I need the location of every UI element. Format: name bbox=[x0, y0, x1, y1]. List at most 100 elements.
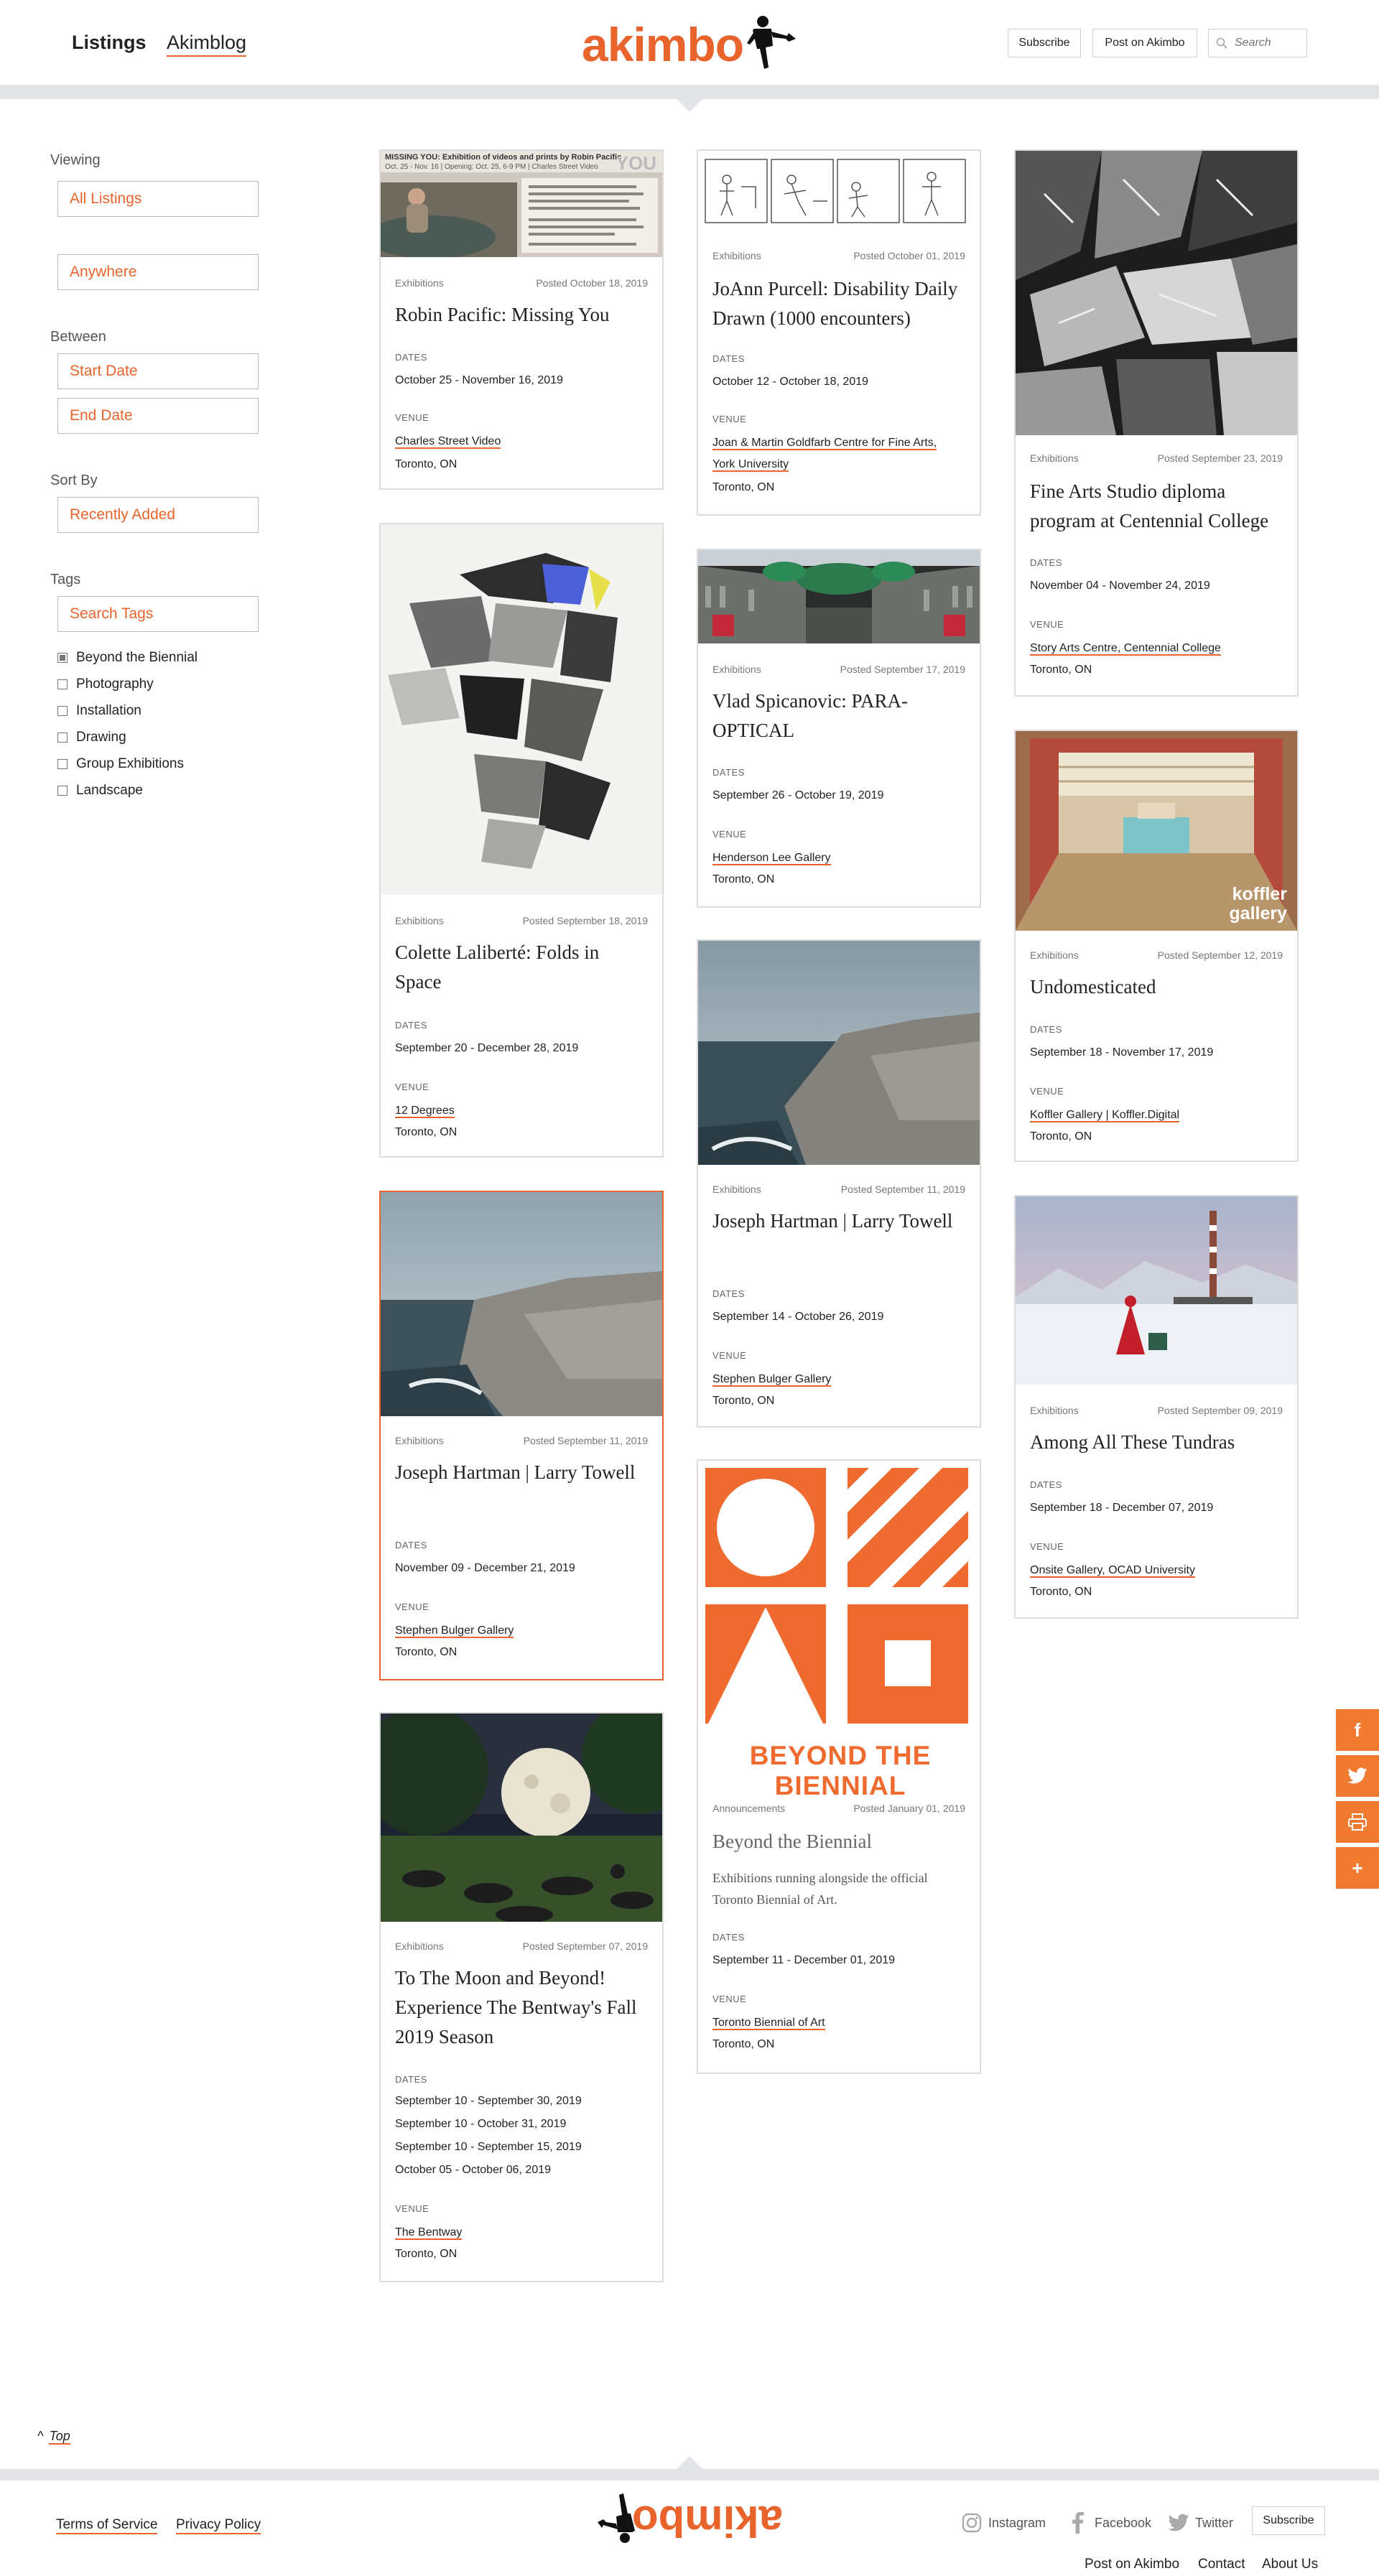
listing-image[interactable] bbox=[1016, 151, 1297, 435]
card-title[interactable]: Among All These Tundras bbox=[1030, 1428, 1283, 1457]
listing-card[interactable]: Exhibitions Posted October 01, 2019 JoAnn… bbox=[697, 149, 981, 516]
card-title[interactable]: Beyond the Biennial bbox=[712, 1827, 965, 1856]
share-print-button[interactable] bbox=[1336, 1801, 1379, 1843]
category[interactable]: Exhibitions bbox=[712, 250, 761, 261]
checkbox[interactable] bbox=[57, 786, 68, 796]
category[interactable]: Exhibitions bbox=[395, 1940, 444, 1952]
category[interactable]: Exhibitions bbox=[712, 664, 761, 675]
sort-select[interactable]: Recently Added bbox=[57, 497, 259, 533]
footer-post-link[interactable]: Post on Akimbo bbox=[1085, 2557, 1179, 2572]
checkbox[interactable] bbox=[57, 759, 68, 769]
search-input[interactable] bbox=[1235, 37, 1299, 50]
venue-link[interactable]: Koffler Gallery | Koffler.Digital bbox=[1030, 1105, 1283, 1126]
listing-image[interactable] bbox=[381, 524, 662, 895]
listing-image[interactable]: BEYOND THE BIENNIAL bbox=[698, 1461, 980, 1798]
venue-name[interactable]: Stephen Bulger Gallery bbox=[395, 1624, 514, 1638]
location-select[interactable]: Anywhere bbox=[57, 254, 259, 290]
share-twitter-button[interactable] bbox=[1336, 1755, 1379, 1797]
tag-installation[interactable]: Installation bbox=[57, 703, 141, 719]
listing-image[interactable]: MISSING YOU: Exhibition of videos and pr… bbox=[381, 151, 662, 257]
site-logo[interactable]: akimbo bbox=[582, 17, 744, 72]
venue-name[interactable]: Story Arts Centre, Centennial College bbox=[1030, 642, 1221, 656]
share-facebook-button[interactable]: f bbox=[1336, 1709, 1379, 1751]
subscribe-button[interactable]: Subscribe bbox=[1008, 29, 1081, 57]
listing-card[interactable]: Exhibitions Posted September 07, 2019 To … bbox=[379, 1712, 664, 2282]
terms-of-service-link[interactable]: Terms of Service bbox=[56, 2517, 158, 2534]
listing-card[interactable]: Exhibitions Posted September 23, 2019 Fin… bbox=[1014, 149, 1299, 697]
viewing-select[interactable]: All Listings bbox=[57, 181, 259, 217]
instagram-link[interactable]: Instagram bbox=[961, 2512, 1046, 2534]
listing-card[interactable]: MISSING YOU: Exhibition of videos and pr… bbox=[379, 149, 664, 490]
listing-card[interactable]: Exhibitions Posted September 18, 2019 Col… bbox=[379, 523, 664, 1158]
category[interactable]: Exhibitions bbox=[395, 277, 444, 289]
venue-link[interactable]: Toronto Biennial of Art bbox=[712, 2012, 965, 2034]
venue-name[interactable]: Henderson Lee Gallery bbox=[712, 852, 831, 865]
listing-card[interactable]: Exhibitions Posted September 17, 2019 Vla… bbox=[697, 549, 981, 908]
tag-drawing[interactable]: Drawing bbox=[57, 730, 126, 745]
footer-contact-link[interactable]: Contact bbox=[1198, 2557, 1245, 2572]
nav-listings[interactable]: Listings bbox=[72, 32, 147, 54]
twitter-link[interactable]: Twitter bbox=[1168, 2512, 1233, 2534]
privacy-policy-link[interactable]: Privacy Policy bbox=[176, 2517, 261, 2534]
facebook-link[interactable]: Facebook bbox=[1067, 2512, 1151, 2534]
tag-beyond-the-biennial[interactable]: Beyond the Biennial bbox=[57, 650, 198, 666]
venue-link[interactable]: Onsite Gallery, OCAD University bbox=[1030, 1560, 1283, 1581]
card-title[interactable]: Undomesticated bbox=[1030, 972, 1283, 1002]
venue-name[interactable]: The Bentway bbox=[395, 2226, 463, 2240]
listing-image[interactable]: koffler gallery bbox=[1016, 731, 1297, 931]
venue-name[interactable]: 12 Degrees bbox=[395, 1105, 455, 1118]
tag-group-exhibitions[interactable]: Group Exhibitions bbox=[57, 756, 184, 772]
listing-card[interactable]: koffler gallery Exhibitions Posted Septem… bbox=[1014, 730, 1299, 1162]
venue-link[interactable]: The Bentway bbox=[395, 2222, 648, 2243]
post-on-akimbo-button[interactable]: Post on Akimbo bbox=[1092, 29, 1197, 57]
tags-search-input[interactable]: Search Tags bbox=[57, 596, 259, 632]
card-title[interactable]: Fine Arts Studio diploma program at Cent… bbox=[1030, 477, 1283, 536]
venue-name[interactable]: Stephen Bulger Gallery bbox=[712, 1373, 832, 1387]
checkbox[interactable] bbox=[57, 679, 68, 689]
listing-image[interactable] bbox=[381, 1192, 662, 1416]
venue-link[interactable]: 12 Degrees bbox=[395, 1100, 648, 1122]
listing-card[interactable]: BEYOND THE BIENNIAL Announcements Posted … bbox=[697, 1459, 981, 2074]
search-field[interactable] bbox=[1208, 29, 1307, 57]
venue-link[interactable]: Charles Street Video bbox=[395, 431, 648, 452]
card-title[interactable]: Colette Laliberté: Folds in Space bbox=[395, 938, 648, 997]
listing-image[interactable] bbox=[698, 151, 980, 236]
checkbox[interactable] bbox=[57, 733, 68, 743]
start-date-field[interactable]: Start Date bbox=[57, 353, 259, 389]
listing-image[interactable] bbox=[698, 941, 980, 1165]
listing-card[interactable]: Exhibitions Posted September 11, 2019 Jos… bbox=[697, 939, 981, 1428]
card-title[interactable]: To The Moon and Beyond! Experience The B… bbox=[395, 1963, 648, 2052]
listing-image[interactable] bbox=[1016, 1196, 1297, 1385]
checkbox[interactable] bbox=[57, 653, 68, 663]
venue-name[interactable]: Charles Street Video bbox=[395, 435, 501, 449]
footer-logo[interactable]: akimbo bbox=[596, 2486, 783, 2551]
venue-name[interactable]: Toronto Biennial of Art bbox=[712, 2017, 825, 2030]
venue-name-line2[interactable]: York University bbox=[712, 458, 789, 472]
listing-card[interactable]: Exhibitions Posted September 09, 2019 Amo… bbox=[1014, 1195, 1299, 1619]
category[interactable]: Exhibitions bbox=[395, 915, 444, 926]
category[interactable]: Exhibitions bbox=[712, 1184, 761, 1195]
venue-name[interactable]: Onsite Gallery, OCAD University bbox=[1030, 1564, 1195, 1578]
footer-about-link[interactable]: About Us bbox=[1262, 2557, 1318, 2572]
card-title[interactable]: Robin Pacific: Missing You bbox=[395, 300, 648, 330]
listing-image[interactable] bbox=[698, 550, 980, 643]
footer-subscribe-button[interactable]: Subscribe bbox=[1252, 2506, 1325, 2535]
back-to-top-link[interactable]: ^ Top bbox=[37, 2429, 70, 2445]
card-title[interactable]: Vlad Spicanovic: PARA-OPTICAL bbox=[712, 687, 965, 745]
category[interactable]: Announcements bbox=[712, 1803, 785, 1814]
venue-name[interactable]: Joan & Martin Goldfarb Centre for Fine A… bbox=[712, 437, 937, 450]
checkbox[interactable] bbox=[57, 706, 68, 716]
nav-akimblog[interactable]: Akimblog bbox=[167, 32, 247, 57]
tag-photography[interactable]: Photography bbox=[57, 676, 154, 692]
card-title[interactable]: JoAnn Purcell: Disability Daily Drawn (1… bbox=[712, 274, 965, 333]
venue-link[interactable]: Joan & Martin Goldfarb Centre for Fine A… bbox=[712, 432, 965, 475]
listing-card[interactable]: Exhibitions Posted September 11, 2019 Jos… bbox=[379, 1191, 664, 1680]
venue-link[interactable]: Story Arts Centre, Centennial College bbox=[1030, 638, 1283, 659]
end-date-field[interactable]: End Date bbox=[57, 398, 259, 434]
venue-name[interactable]: Koffler Gallery | Koffler.Digital bbox=[1030, 1109, 1180, 1122]
category[interactable]: Exhibitions bbox=[1030, 949, 1079, 961]
card-title[interactable]: Joseph Hartman | Larry Towell bbox=[395, 1458, 648, 1487]
tag-landscape[interactable]: Landscape bbox=[57, 783, 143, 799]
card-title[interactable]: Joseph Hartman | Larry Towell bbox=[712, 1206, 965, 1236]
category[interactable]: Exhibitions bbox=[1030, 1405, 1079, 1416]
